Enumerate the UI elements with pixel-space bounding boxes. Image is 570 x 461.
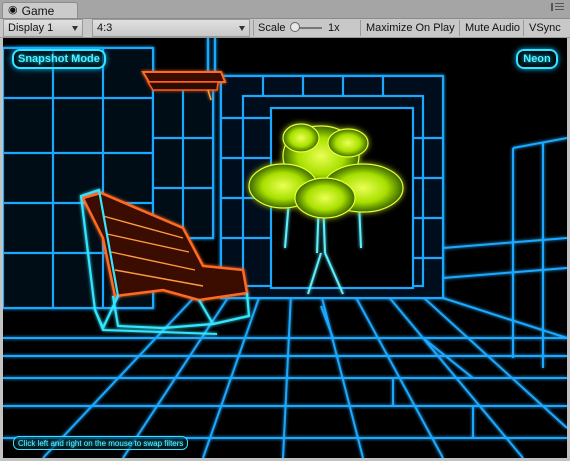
mute-audio-toggle[interactable]: Mute Audio <box>461 19 524 37</box>
game-tab-icon: ◉ <box>8 4 18 16</box>
chevron-down-icon <box>239 26 245 31</box>
aspect-dropdown[interactable]: 4:3 <box>92 19 250 37</box>
vsync-toggle[interactable]: VSync <box>525 19 565 37</box>
scale-label: Scale <box>258 22 286 34</box>
kebab-menu-icon[interactable] <box>551 3 564 11</box>
filter-name-label: Neon <box>523 53 551 65</box>
scale-value: 1x <box>328 22 340 34</box>
game-viewport[interactable]: Snapshot Mode Neon Click left and right … <box>3 38 567 458</box>
game-window: ◉ Game Display 1 4:3 Scale 1x Maximize O… <box>0 0 570 461</box>
filter-name-button[interactable]: Neon <box>516 49 558 69</box>
maximize-on-play-toggle[interactable]: Maximize On Play <box>362 19 459 37</box>
chevron-down-icon <box>72 26 78 31</box>
filter-swap-hint-text: Click left and right on the mouse to swa… <box>18 438 184 448</box>
filter-swap-hint: Click left and right on the mouse to swa… <box>13 436 189 450</box>
tab-game[interactable]: ◉ Game <box>2 2 78 18</box>
tab-game-label: Game <box>21 3 55 18</box>
snapshot-mode-label: Snapshot Mode <box>18 53 100 65</box>
snapshot-mode-button[interactable]: Snapshot Mode <box>12 49 106 69</box>
aspect-dropdown-label: 4:3 <box>97 22 113 34</box>
tab-strip: ◉ Game <box>0 0 570 19</box>
neon-scene <box>3 38 567 458</box>
game-toolbar: Display 1 4:3 Scale 1x Maximize On Play … <box>0 19 570 38</box>
display-dropdown[interactable]: Display 1 <box>3 19 83 37</box>
scale-slider-handle[interactable] <box>290 22 300 32</box>
neon-floor-grid <box>3 287 567 458</box>
display-dropdown-label: Display 1 <box>8 22 54 34</box>
